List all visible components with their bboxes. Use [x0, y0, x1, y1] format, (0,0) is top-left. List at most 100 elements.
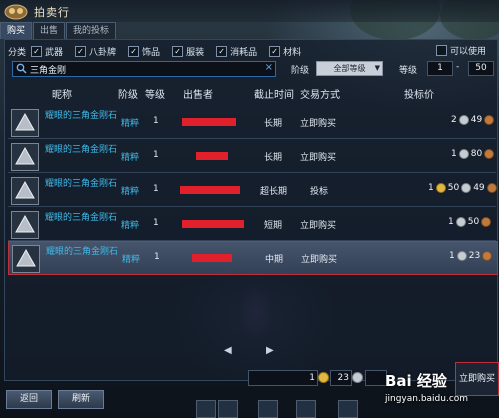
- silver-coin-icon: [456, 251, 467, 261]
- tab-sell[interactable]: 出售: [33, 22, 66, 39]
- silver-coin-icon: [455, 217, 466, 227]
- col-level[interactable]: 等级: [145, 86, 165, 101]
- tab-buy[interactable]: 购买: [0, 22, 33, 39]
- tab-bar: 购买 出售 我的投标: [0, 22, 117, 39]
- auction-house-icon: [4, 4, 28, 20]
- item-rank: 精粹: [121, 119, 140, 129]
- filter-weapon[interactable]: ✓ 武器: [31, 45, 63, 58]
- item-deadline: 中期: [265, 255, 284, 265]
- col-trade-mode[interactable]: 交易方式: [300, 86, 340, 101]
- redacted-seller: [182, 118, 236, 126]
- usable-only-option[interactable]: 可以使用: [436, 44, 486, 57]
- item-price: 1 80: [451, 149, 496, 159]
- window-title: 拍卖行: [34, 6, 70, 19]
- item-name: 耀眼的三角金刚石: [45, 111, 118, 121]
- title-bar: 拍卖行: [0, 0, 499, 22]
- refresh-button[interactable]: 刷新: [58, 390, 104, 409]
- filter-clothing-label: 服装: [186, 47, 205, 58]
- checkbox-checked-icon[interactable]: ✓: [31, 45, 43, 57]
- skill-slot[interactable]: [258, 400, 278, 418]
- filter-bagua[interactable]: ✓ 八卦牌: [75, 45, 116, 58]
- back-button[interactable]: 返回: [6, 390, 52, 409]
- gold-coin-icon: [318, 372, 329, 383]
- col-seller[interactable]: 出售者: [183, 86, 213, 101]
- item-rank: 精粹: [122, 255, 141, 265]
- rank-select[interactable]: 全部等级 ▼: [316, 61, 383, 76]
- col-bid-price[interactable]: 投标价: [404, 86, 434, 101]
- tab-my-bids[interactable]: 我的投标: [66, 22, 117, 39]
- search-row: 三角金刚 × 阶级 全部等级 ▼ 等级 1 - 50: [8, 60, 496, 77]
- silver-coin-icon: [352, 372, 363, 383]
- buy-copper-input[interactable]: [365, 370, 387, 386]
- skill-slot[interactable]: [296, 400, 316, 418]
- buy-now-button[interactable]: 立即购买: [455, 362, 499, 396]
- redacted-seller: [180, 186, 240, 194]
- checkbox-checked-icon[interactable]: ✓: [128, 45, 140, 57]
- checkbox-checked-icon[interactable]: ✓: [216, 45, 228, 57]
- redacted-seller: [182, 220, 244, 228]
- category-filters: 分类 ✓ 武器 ✓ 八卦牌 ✓ 饰品 ✓ 服装 ✓ 消耗品 ✓ 材料: [8, 44, 496, 58]
- price-silver: 1: [449, 251, 455, 261]
- skill-slot[interactable]: [218, 400, 238, 418]
- rank-label: 阶级: [291, 66, 310, 76]
- search-input[interactable]: 三角金刚 ×: [12, 61, 276, 77]
- filter-material-label: 材料: [283, 47, 302, 58]
- silver-coin-icon: [458, 149, 469, 159]
- watermark-url: jingyan.baidu.com: [385, 394, 469, 404]
- table-row[interactable]: 耀眼的三角金刚石 精粹 1 长期 立即购买 2 49: [8, 106, 496, 139]
- checkbox-unchecked-icon[interactable]: [436, 45, 447, 56]
- checkbox-checked-icon[interactable]: ✓: [75, 45, 87, 57]
- copper-coin-icon: [482, 251, 493, 261]
- table-row[interactable]: 耀眼的三角金刚石 精粹 1 长期 立即购买 1 80: [8, 140, 496, 173]
- item-level: 1: [153, 116, 159, 126]
- filter-material[interactable]: ✓ 材料: [269, 45, 301, 58]
- checkbox-checked-icon[interactable]: ✓: [269, 45, 281, 57]
- price-copper: 80: [470, 149, 483, 159]
- diamond-icon: [11, 109, 39, 137]
- skill-slot[interactable]: [338, 400, 358, 418]
- gold-coin-icon: [435, 183, 446, 193]
- level-dash: -: [456, 62, 460, 72]
- level-min-input[interactable]: 1: [427, 61, 453, 76]
- filter-weapon-label: 武器: [45, 47, 64, 58]
- filter-accessory[interactable]: ✓ 饰品: [128, 45, 160, 58]
- item-name: 耀眼的三角金刚石: [45, 179, 118, 189]
- buy-silver-input[interactable]: 23: [330, 370, 352, 386]
- next-page-icon[interactable]: ▶: [266, 345, 274, 356]
- redacted-seller: [196, 152, 228, 160]
- col-deadline[interactable]: 截止时间: [254, 86, 294, 101]
- item-price: 1 50: [448, 217, 493, 227]
- table-row[interactable]: 耀眼的三角金刚石 精粹 1 超长期 投标 1 50 49: [8, 174, 497, 207]
- item-level: 1: [154, 252, 160, 262]
- copper-coin-icon: [481, 217, 492, 227]
- level-max-input[interactable]: 50: [468, 61, 494, 76]
- copper-coin-icon: [484, 149, 495, 159]
- price-copper: 23: [468, 251, 481, 261]
- clear-icon[interactable]: ×: [265, 62, 273, 73]
- diamond-icon: [11, 177, 39, 205]
- col-name[interactable]: 昵称: [52, 86, 72, 101]
- price-copper: 49: [473, 183, 485, 193]
- filter-consumable[interactable]: ✓ 消耗品: [216, 45, 257, 58]
- table-row[interactable]: 耀眼的三角金刚石 精粹 1 短期 立即购买 1 50: [8, 208, 496, 241]
- item-deadline: 长期: [264, 153, 283, 163]
- buy-gold-input[interactable]: 1: [248, 370, 318, 386]
- watermark-brand: Bai 经验: [385, 372, 447, 390]
- item-level: 1: [153, 184, 159, 194]
- col-rank[interactable]: 阶级: [118, 86, 138, 101]
- rank-select-value: 全部等级: [333, 64, 366, 73]
- prev-page-icon[interactable]: ◀: [224, 345, 232, 356]
- price-silver: 50: [447, 183, 460, 193]
- item-trade-mode: 立即购买: [300, 221, 337, 231]
- filter-clothing[interactable]: ✓ 服装: [172, 45, 204, 58]
- checkbox-checked-icon[interactable]: ✓: [172, 45, 184, 57]
- item-level: 1: [153, 218, 159, 228]
- item-trade-mode: 投标: [310, 187, 329, 197]
- skill-slot[interactable]: [196, 400, 216, 418]
- item-deadline: 超长期: [260, 187, 288, 197]
- table-row-selected[interactable]: 耀眼的三角金刚石 精粹 1 中期 立即购买 1 23: [8, 241, 498, 275]
- item-trade-mode: 立即购买: [300, 153, 337, 163]
- level-label: 等级: [399, 66, 418, 76]
- filter-bagua-label: 八卦牌: [89, 47, 117, 58]
- filter-label: 分类: [8, 47, 27, 58]
